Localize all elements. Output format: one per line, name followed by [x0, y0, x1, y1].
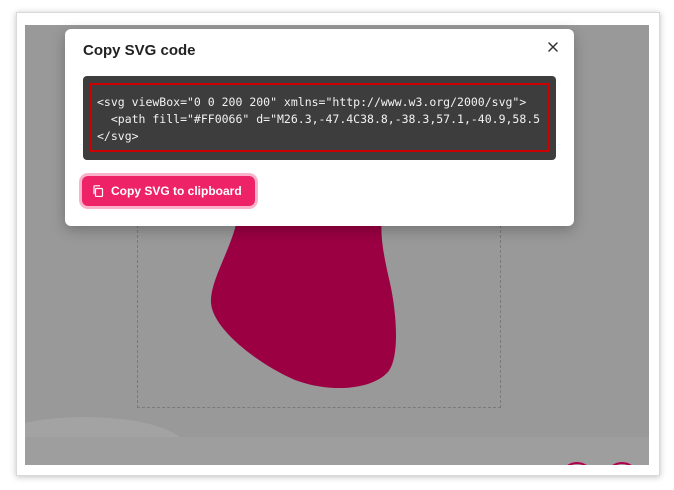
- copy-button-label: Copy SVG to clipboard: [111, 184, 242, 198]
- svg-code-block[interactable]: <svg viewBox="0 0 200 200" xmlns="http:/…: [83, 76, 556, 160]
- close-icon[interactable]: [545, 39, 561, 55]
- copy-svg-to-clipboard-button[interactable]: Copy SVG to clipboard: [82, 176, 255, 206]
- copy-icon: [93, 185, 104, 197]
- code-line: </svg>: [97, 129, 139, 143]
- code-line: <path fill="#FF0066" d="M26.3,-47.4C38.8…: [97, 112, 541, 126]
- code-selection-highlight: <svg viewBox="0 0 200 200" xmlns="http:/…: [89, 83, 549, 152]
- copy-svg-dialog: Copy SVG code <svg viewBox="0 0 200 200"…: [65, 29, 574, 226]
- code-line: <svg viewBox="0 0 200 200" xmlns="http:/…: [97, 95, 527, 109]
- dialog-title: Copy SVG code: [83, 42, 196, 59]
